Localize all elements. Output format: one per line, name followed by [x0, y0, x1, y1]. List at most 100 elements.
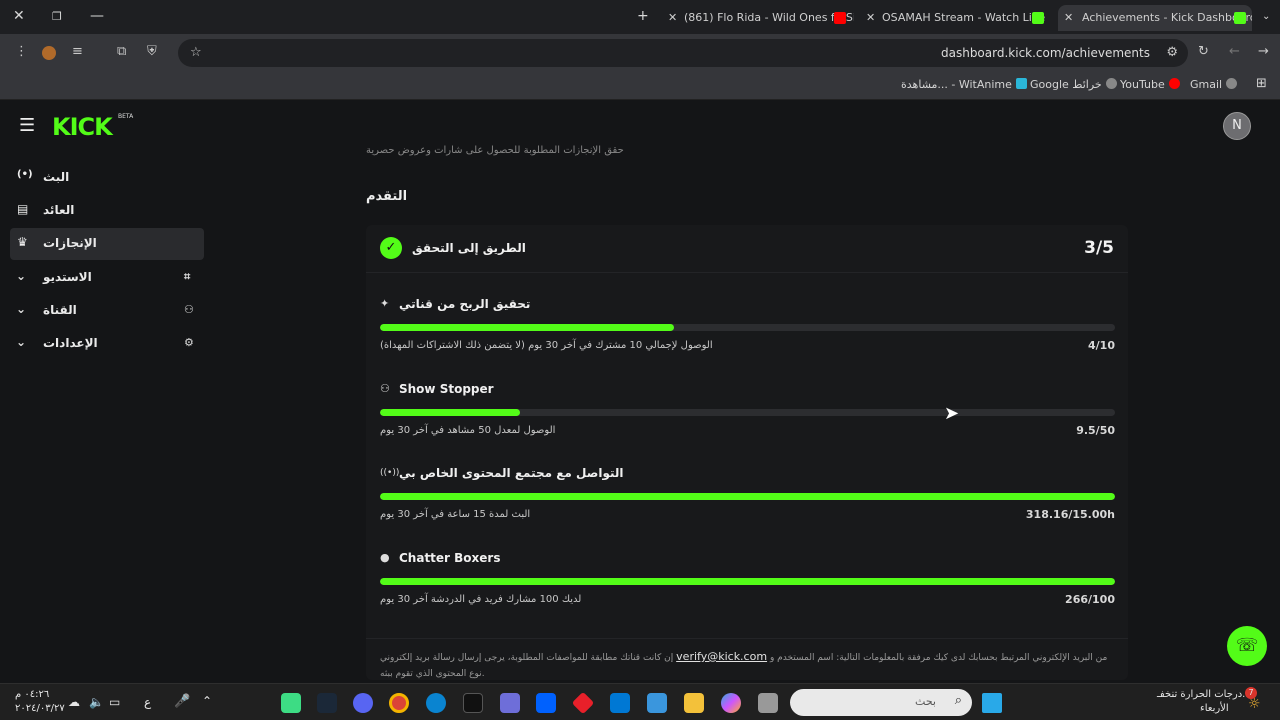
sidebar-item-revenue[interactable]: ▤ العائد [10, 195, 204, 227]
dropbox-icon[interactable] [536, 693, 556, 713]
windows-start-icon[interactable] [982, 693, 1002, 713]
trophy-icon: ♛ [17, 235, 28, 249]
new-tab-icon[interactable]: + [637, 8, 649, 24]
bookmark-witanime[interactable]: مشاهدة... - WitAnime [901, 78, 1027, 91]
kick-header: ☰ KICK BETA N [0, 101, 1280, 151]
support-chat-button[interactable]: ☏ [1227, 626, 1267, 666]
sidebar-item-label: العائد [43, 203, 75, 217]
taskbar-search[interactable]: بحث ⌕ [790, 689, 972, 716]
menu-icon[interactable]: ⋮ [15, 44, 28, 59]
achievement-value: 4/10 [1088, 339, 1115, 352]
steam-icon[interactable] [317, 693, 337, 713]
achievement-value: 266/100 [1065, 593, 1115, 606]
epic-games-icon[interactable] [463, 693, 483, 713]
tab-flo-rida[interactable]: ✕ (861) Flo Rida - Wild Ones ft. Si [664, 5, 854, 31]
weather-subtext: الأربعاء [1200, 703, 1229, 714]
outlook-icon[interactable] [610, 693, 630, 713]
forward-icon[interactable]: ← [1229, 44, 1240, 59]
chart-icon: ▤ [17, 202, 29, 216]
sidebar-item-stream[interactable]: (•) البث [10, 162, 204, 194]
app-icon[interactable] [571, 691, 595, 715]
achievement-desc: الوصول لإجمالي 10 مشترك في آخر 30 يوم (ل… [380, 340, 713, 351]
address-toolbar: ⋮ ≡ ⧉ ⛨ ☆ dashboard.kick.com/achievement… [0, 34, 1280, 72]
tab-search-icon[interactable]: ⌄ [1262, 11, 1270, 22]
achievement-desc: الوصول لمعدل 50 مشاهد في آخر 30 يوم [380, 425, 556, 436]
sidebar-item-achievements[interactable]: ♛ الإنجازات [10, 228, 204, 260]
kick-favicon-icon [1032, 12, 1044, 24]
sidebar-item-label: البث [43, 170, 70, 184]
sidebar-item-label: القناة [43, 303, 77, 317]
chat-icon: ● [380, 551, 390, 564]
verify-email-link[interactable]: verify@kick.com [676, 650, 767, 663]
network-icon[interactable]: ☁ [68, 695, 80, 709]
extensions-icon[interactable]: ⧉ [117, 44, 126, 59]
app-icon[interactable] [281, 693, 301, 713]
minimize-window-icon[interactable]: — [90, 8, 104, 24]
battery-icon[interactable]: ▭ [109, 695, 120, 709]
achievement-title: Show Stopper [399, 382, 494, 396]
volume-icon[interactable]: 🔈 [89, 695, 104, 709]
clock-time[interactable]: ٠٤:٢٦ م [15, 689, 49, 700]
site-settings-icon[interactable]: ⚙ [1166, 45, 1178, 60]
close-window-icon[interactable]: ✕ [13, 8, 25, 24]
bookmark-label: YouTube [1120, 78, 1165, 91]
sidebar-item-channel[interactable]: ⌄ القناة ⚇ [10, 295, 204, 327]
file-explorer-icon[interactable] [684, 693, 704, 713]
tray-chevron-icon[interactable]: ⌃ [202, 694, 212, 708]
bookmark-label: Google خرائط [1030, 78, 1102, 91]
restore-window-icon[interactable]: ❐ [52, 10, 62, 23]
hamburger-menu-icon[interactable]: ☰ [19, 115, 35, 136]
sidebar-item-studio[interactable]: ⌄ الاستديو ⌗ [10, 262, 204, 294]
back-icon[interactable]: → [1258, 44, 1269, 59]
reload-icon[interactable]: ↻ [1198, 44, 1209, 59]
tab-achievements[interactable]: ✕ Achievements - Kick Dashboard [1058, 5, 1252, 31]
bookmark-star-icon[interactable]: ☆ [190, 45, 202, 60]
close-tab-icon[interactable]: ✕ [1064, 5, 1073, 31]
search-icon: ⌕ [954, 693, 962, 708]
browser-tab-strip: ✕ ❐ — + ✕ (861) Flo Rida - Wild Ones ft.… [0, 0, 1280, 34]
gear-icon: ⚙ [184, 336, 194, 349]
sidebar-item-label: الإنجازات [43, 236, 97, 250]
microphone-icon[interactable]: 🎤 [174, 694, 190, 709]
avatar[interactable]: N [1223, 112, 1251, 140]
app-icon[interactable] [500, 693, 520, 713]
weather-text[interactable]: درجات الحرارة تنخفـ... [1157, 689, 1252, 700]
witanime-icon [1015, 78, 1027, 89]
bookmark-label: Gmail [1190, 78, 1223, 91]
shield-icon[interactable]: ⛨ [147, 44, 157, 59]
language-indicator[interactable]: ع [144, 695, 151, 709]
achievement-value: 318.16/15.00h [1025, 508, 1115, 521]
sparkle-icon: ✦ [380, 297, 390, 310]
close-tab-icon[interactable]: ✕ [668, 5, 677, 31]
youtube-icon [834, 12, 846, 24]
discord-icon[interactable] [353, 693, 373, 713]
store-icon[interactable] [647, 693, 667, 713]
close-tab-icon[interactable]: ✕ [866, 5, 875, 31]
kick-logo[interactable]: KICK [52, 113, 113, 141]
chrome-icon[interactable] [389, 693, 409, 713]
app-icon[interactable] [758, 693, 778, 713]
chevron-down-icon: ⌄ [16, 269, 27, 283]
progress-fill [380, 493, 1115, 500]
profile-icon[interactable] [42, 46, 56, 60]
edge-icon[interactable] [426, 693, 446, 713]
reading-list-icon[interactable]: ≡ [72, 44, 83, 59]
apps-grid-icon[interactable]: ⊞ [1256, 76, 1267, 91]
section-title: التقدم [366, 189, 408, 204]
copilot-icon[interactable] [721, 693, 741, 713]
achievement-desc: البث لمدة 15 ساعة في آخر 30 يوم [380, 509, 531, 520]
achievement-desc: لديك 100 مشارك فريد في الدردشة آخر 30 يو… [380, 594, 582, 605]
sidebar-item-label: الاستديو [43, 270, 92, 284]
clock-date[interactable]: ٢٠٢٤/٠٣/٢٧ [15, 703, 65, 714]
bookmark-youtube[interactable]: YouTube [1120, 78, 1180, 91]
achievement-title: التواصل مع مجتمع المحتوى الخاص بي [399, 466, 624, 480]
omnibox[interactable]: ☆ dashboard.kick.com/achievements ⚙ [178, 39, 1188, 67]
chevron-down-icon: ⌄ [16, 302, 27, 316]
bookmark-label: مشاهدة... - WitAnime [901, 78, 1012, 91]
bookmark-gmail[interactable]: Gmail [1190, 78, 1238, 91]
progress-fill [380, 409, 520, 416]
sidebar-item-settings[interactable]: ⌄ الإعدادات ⚙ [10, 328, 204, 360]
bookmark-google-maps[interactable]: Google خرائط [1030, 78, 1117, 91]
url-text[interactable]: dashboard.kick.com/achievements [941, 46, 1150, 60]
tab-osamah-stream[interactable]: ✕ OSAMAH Stream - Watch Live [862, 5, 1050, 31]
